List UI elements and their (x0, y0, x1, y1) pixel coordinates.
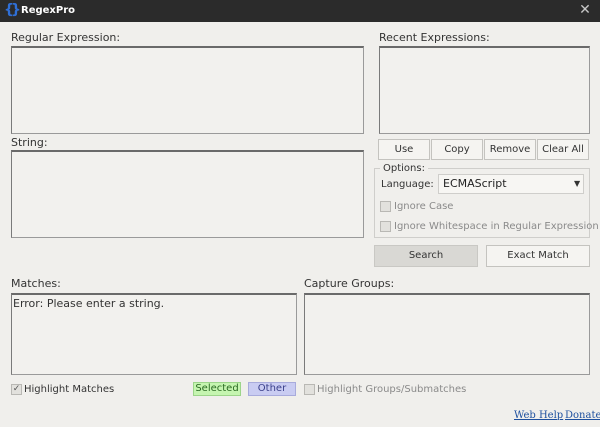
clear-all-button[interactable]: Clear All (537, 139, 589, 160)
braces-icon: {} (4, 2, 21, 18)
remove-button[interactable]: Remove (484, 139, 536, 160)
ignore-case-checkbox[interactable] (380, 201, 391, 212)
ignore-whitespace-label: Ignore Whitespace in Regular Expression (394, 221, 599, 232)
capture-groups-output[interactable] (304, 293, 590, 375)
use-button[interactable]: Use (378, 139, 430, 160)
checkmark-icon: ✓ (12, 384, 21, 394)
matches-output-text: Error: Please enter a string. (13, 297, 165, 310)
options-legend: Options: (380, 162, 428, 175)
donate-link[interactable]: Donate (565, 409, 600, 422)
highlight-groups-checkbox[interactable] (304, 384, 315, 395)
ignore-whitespace-checkbox[interactable] (380, 221, 391, 232)
language-label: Language: (381, 179, 434, 190)
close-icon[interactable]: ✕ (574, 0, 596, 22)
title-bar (0, 0, 600, 22)
highlight-groups-label: Highlight Groups/Submatches (317, 384, 467, 395)
matches-label: Matches: (11, 277, 61, 290)
web-help-link[interactable]: Web Help (514, 409, 563, 422)
regex-input[interactable] (11, 46, 364, 134)
chevron-down-icon: ▼ (574, 179, 581, 188)
language-select-value: ECMAScript (443, 177, 507, 190)
highlight-matches-checkbox[interactable]: ✓ (11, 384, 22, 395)
string-input[interactable] (11, 150, 364, 238)
string-label: String: (11, 136, 48, 149)
ignore-case-label: Ignore Case (394, 201, 454, 212)
regex-input-text (12, 48, 363, 52)
copy-button[interactable]: Copy (431, 139, 483, 160)
capture-groups-label: Capture Groups: (304, 277, 395, 290)
search-button[interactable]: Search (374, 245, 478, 267)
recent-expressions-list[interactable] (379, 46, 590, 134)
selected-legend-chip: Selected (193, 382, 241, 396)
exact-match-button[interactable]: Exact Match (486, 245, 590, 267)
regex-label: Regular Expression: (11, 31, 121, 44)
window-title: RegexPro (21, 5, 76, 16)
recent-expressions-label: Recent Expressions: (379, 31, 490, 44)
matches-output[interactable]: Error: Please enter a string. (11, 293, 297, 375)
highlight-matches-label: Highlight Matches (24, 384, 115, 395)
other-legend-chip: Other (248, 382, 296, 396)
capture-groups-output-text (305, 295, 589, 299)
string-input-text (12, 152, 363, 156)
